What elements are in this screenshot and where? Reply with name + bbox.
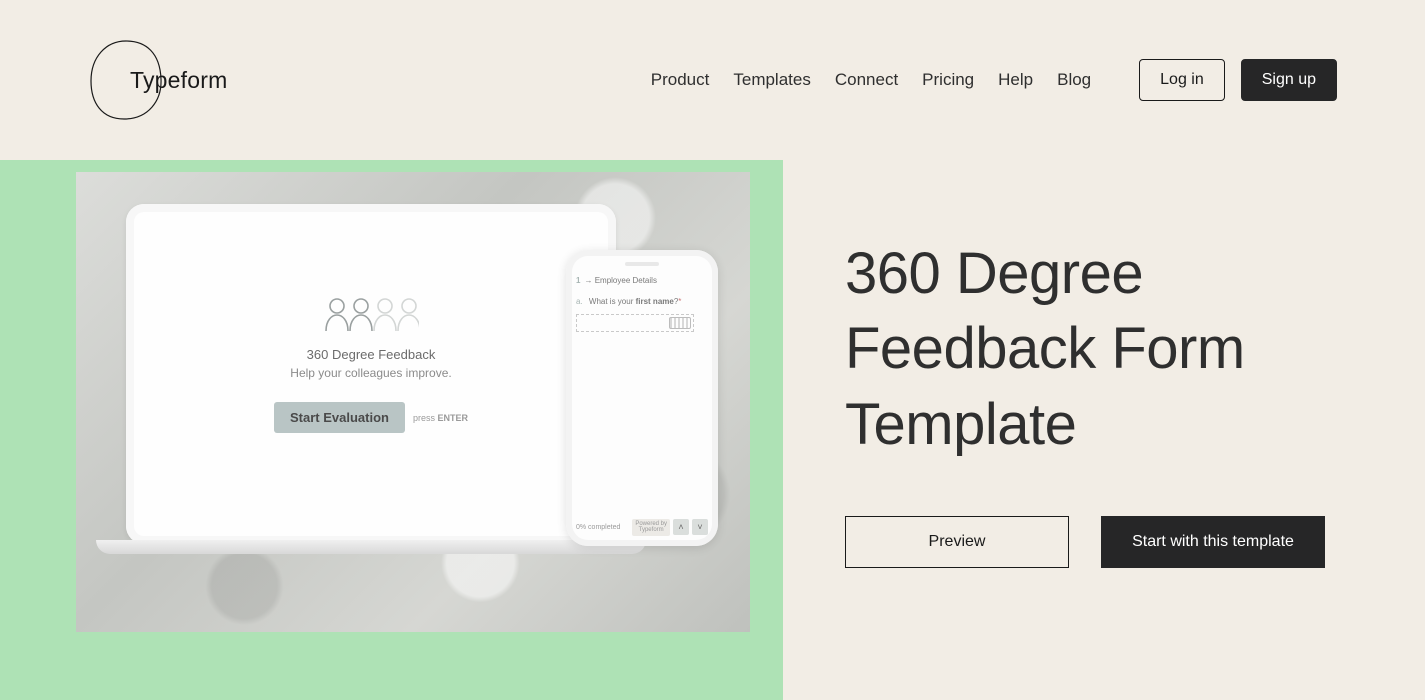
nav-link-product[interactable]: Product — [651, 70, 710, 90]
laptop-base — [96, 540, 646, 554]
phone-device-mock: 1 → Employee Details a. What is your firs… — [566, 250, 718, 546]
demo-section-label: Employee Details — [595, 276, 657, 285]
start-template-button[interactable]: Start with this template — [1101, 516, 1325, 568]
nav-link-connect[interactable]: Connect — [835, 70, 898, 90]
demo-required-marker: * — [678, 297, 681, 306]
demo-phone-footer: 0% completed Powered by Typeform ˄ ˅ — [576, 519, 708, 536]
phone-speaker — [625, 262, 659, 266]
demo-powered-line1: Powered by — [635, 521, 667, 528]
site-header: Typeform Product Templates Connect Prici… — [0, 0, 1425, 160]
template-preview-image: 360 Degree Feedback Help your colleagues… — [76, 172, 750, 632]
demo-section-number: 1 — [576, 276, 580, 285]
keyboard-icon — [669, 317, 691, 329]
nav-down-icon: ˅ — [692, 519, 708, 535]
hero-illustration-panel: 360 Degree Feedback Help your colleagues… — [0, 160, 783, 700]
demo-start-evaluation-button: Start Evaluation — [274, 402, 405, 433]
brand-name: Typeform — [130, 67, 227, 94]
demo-powered-line2: Typeform — [635, 527, 667, 534]
signup-button[interactable]: Sign up — [1241, 59, 1337, 101]
demo-powered-badge: Powered by Typeform — [632, 519, 670, 536]
hero-section: 360 Degree Feedback Help your colleagues… — [0, 160, 1425, 700]
nav-link-templates[interactable]: Templates — [733, 70, 810, 90]
demo-laptop-subtitle: Help your colleagues improve. — [290, 366, 451, 380]
nav-right: Product Templates Connect Pricing Help B… — [651, 59, 1337, 101]
nav-link-pricing[interactable]: Pricing — [922, 70, 974, 90]
nav-link-help[interactable]: Help — [998, 70, 1033, 90]
arrow-right-icon: → — [584, 276, 592, 285]
cta-row: Preview Start with this template — [845, 516, 1325, 568]
preview-button[interactable]: Preview — [845, 516, 1069, 568]
demo-phone-input — [576, 314, 694, 332]
nav-link-blog[interactable]: Blog — [1057, 70, 1091, 90]
login-button[interactable]: Log in — [1139, 59, 1225, 101]
demo-question-bold: first name — [636, 297, 674, 306]
demo-press-enter-hint: press ENTER — [413, 413, 468, 423]
demo-phone-question: a. What is your first name?* — [576, 297, 708, 306]
page-title: 360 Degree Feedback Form Template — [845, 236, 1325, 462]
demo-question-before: What is your — [589, 297, 636, 306]
demo-progress-text: 0% completed — [576, 524, 620, 531]
nav-up-icon: ˄ — [673, 519, 689, 535]
brand-logo[interactable]: Typeform — [88, 39, 227, 121]
people-group-icon — [323, 295, 419, 333]
laptop-device-mock: 360 Degree Feedback Help your colleagues… — [126, 204, 616, 544]
demo-phone-section: 1 → Employee Details — [576, 276, 708, 285]
demo-question-bullet: a. — [576, 297, 583, 306]
demo-hint-prefix: press — [413, 413, 435, 423]
hero-content: 360 Degree Feedback Form Template Previe… — [783, 160, 1425, 700]
demo-hint-key: ENTER — [437, 413, 468, 423]
primary-nav: Product Templates Connect Pricing Help B… — [651, 70, 1091, 90]
auth-buttons: Log in Sign up — [1139, 59, 1337, 101]
demo-laptop-title: 360 Degree Feedback — [307, 347, 436, 362]
